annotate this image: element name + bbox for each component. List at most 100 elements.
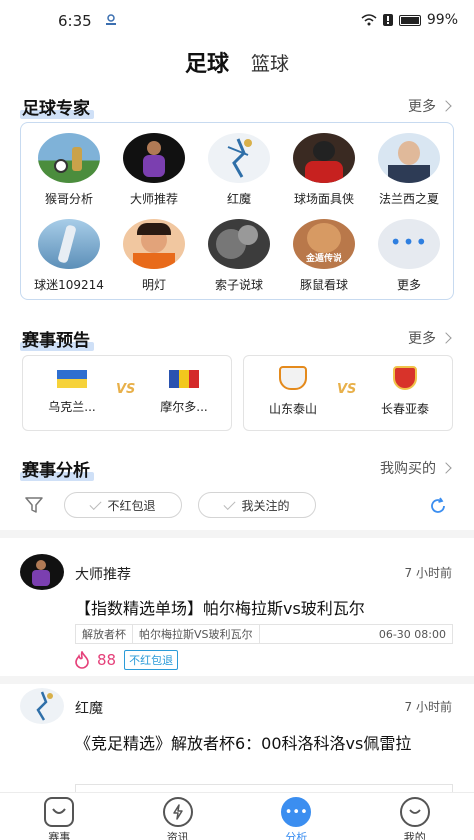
flame-icon — [75, 651, 89, 669]
experts-more-link[interactable]: 更多 — [408, 96, 452, 116]
avatar — [123, 219, 185, 269]
post-author: 红魔 — [75, 701, 103, 717]
vs-label: VS — [116, 382, 136, 397]
expert-name: 索子说球 — [214, 278, 263, 292]
smile-icon — [399, 797, 430, 827]
lightning-icon — [162, 797, 193, 827]
section-title: 赛事预告 — [20, 326, 94, 351]
changchun-crest-icon — [393, 366, 417, 390]
expert-name: 红魔 — [226, 192, 251, 206]
tab-football[interactable]: 足球 — [185, 46, 229, 78]
filter-chip-no-red-refund[interactable]: 不红包退 — [64, 492, 182, 518]
filter-icon[interactable] — [24, 496, 44, 514]
expert-name: 明灯 — [141, 278, 166, 292]
bottom-nav: 赛事 资讯 ••• 分析 我的 — [0, 792, 474, 840]
avatar — [20, 688, 64, 724]
section-title: 足球专家 — [20, 94, 94, 119]
filter-chip-followed[interactable]: 我关注的 — [198, 492, 316, 518]
match-meta-row: 解放者杯 帕尔梅拉斯VS玻利瓦尔 06-30 08:00 — [75, 624, 453, 644]
expert-item[interactable]: 索子说球 — [196, 219, 282, 293]
alert-icon — [382, 14, 393, 26]
refresh-icon[interactable] — [428, 496, 448, 516]
filter-row: 不红包退 我关注的 — [0, 492, 474, 522]
check-icon — [223, 497, 236, 510]
purchased-link[interactable]: 我购买的 — [380, 458, 452, 478]
shandong-crest-icon — [279, 366, 307, 390]
avatar — [293, 133, 355, 183]
match-meta-row-clipped — [75, 784, 453, 792]
post-author: 大师推荐 — [75, 567, 131, 583]
expert-item[interactable]: 球迷109214 — [26, 219, 112, 293]
avatar — [38, 133, 100, 183]
matches-more-link[interactable]: 更多 — [408, 328, 452, 348]
nav-matches[interactable]: 赛事 — [0, 793, 119, 840]
post-time: 7 小时前 — [404, 700, 452, 714]
expert-item[interactable]: 球场面具侠 — [281, 133, 367, 207]
expert-name: 豚鼠看球 — [299, 278, 348, 292]
avatar-overlay-text: 金遁传说 — [305, 254, 342, 264]
status-bar: 6:35 99% — [0, 0, 474, 40]
post-title: 【指数精选单场】帕尔梅拉斯vs玻利瓦尔 — [75, 599, 365, 618]
expert-name: 更多 — [396, 278, 421, 292]
avatar: 金遁传说 — [293, 219, 355, 269]
divider — [0, 530, 474, 538]
expert-item[interactable]: 明灯 — [111, 219, 197, 293]
expert-name: 球场面具侠 — [293, 192, 354, 206]
expert-item[interactable]: 大师推荐 — [111, 133, 197, 207]
sport-tabs: 足球 篮球 — [0, 44, 474, 80]
ukraine-flag-icon — [57, 370, 87, 388]
home-team: 山东泰山 — [248, 366, 338, 417]
expert-name: 法兰西之夏 — [378, 192, 439, 206]
expert-item[interactable]: 红魔 — [196, 133, 282, 207]
more-dots-icon: ••• — [378, 219, 440, 269]
avatar — [378, 133, 440, 183]
chevron-right-icon — [440, 332, 452, 344]
team-name: 山东泰山 — [268, 402, 317, 416]
nav-profile[interactable]: 我的 — [356, 793, 474, 840]
expert-item[interactable]: 法兰西之夏 — [366, 133, 452, 207]
wifi-icon — [361, 14, 377, 26]
post-time: 7 小时前 — [404, 566, 452, 580]
price-row: 88 不红包退 — [75, 650, 179, 670]
section-title: 赛事分析 — [20, 456, 94, 481]
refund-badge: 不红包退 — [124, 650, 179, 670]
post-title: 《竞足精选》解放者杯6：00科洛科洛vs佩雷拉 — [75, 734, 412, 753]
match-card[interactable]: 山东泰山 VS 长春亚泰 — [243, 355, 453, 431]
nav-analysis[interactable]: ••• 分析 — [237, 793, 356, 840]
expert-name: 大师推荐 — [129, 192, 178, 206]
experts-section-header: 足球专家 更多 — [0, 94, 474, 120]
avatar — [123, 133, 185, 183]
expert-item[interactable]: 猴哥分析 — [26, 133, 112, 207]
analysis-post[interactable]: 大师推荐 7 小时前 【指数精选单场】帕尔梅拉斯vs玻利瓦尔 解放者杯 帕尔梅拉… — [0, 538, 474, 676]
status-time: 6:35 — [58, 12, 92, 30]
nav-label: 资讯 — [166, 831, 189, 840]
status-indicators: 99% — [361, 12, 458, 28]
matches-section-header: 赛事预告 更多 — [0, 326, 474, 352]
experts-card: 猴哥分析 大师推荐 红魔 球场面具侠 法兰西之夏 球迷109214 明灯 索子说… — [20, 122, 454, 300]
tab-basketball[interactable]: 篮球 — [251, 49, 289, 76]
nav-label: 分析 — [285, 831, 308, 840]
matches-tab-icon — [44, 797, 75, 827]
team-name: 长春亚泰 — [380, 402, 429, 416]
away-team: 长春亚泰 — [360, 366, 450, 417]
vs-label: VS — [337, 382, 357, 397]
sim-icon — [106, 14, 116, 25]
team-name: 摩尔多... — [160, 400, 208, 414]
match-card[interactable]: 乌克兰... VS 摩尔多... — [22, 355, 232, 431]
expert-item[interactable]: 金遁传说 豚鼠看球 — [281, 219, 367, 293]
battery-percent: 99% — [426, 12, 458, 28]
battery-icon — [398, 14, 421, 26]
away-team: 摩尔多... — [139, 370, 229, 415]
home-team: 乌克兰... — [27, 370, 117, 415]
avatar — [208, 133, 270, 183]
expert-name: 猴哥分析 — [44, 192, 93, 206]
check-icon — [89, 497, 102, 510]
divider — [0, 676, 474, 684]
nav-news[interactable]: 资讯 — [119, 793, 238, 840]
team-name: 乌克兰... — [48, 400, 96, 414]
analysis-post[interactable]: 红魔 7 小时前 《竞足精选》解放者杯6：00科洛科洛vs佩雷拉 — [0, 684, 474, 792]
avatar — [38, 219, 100, 269]
match-datetime: 06-30 08:00 — [378, 627, 446, 641]
nav-label: 赛事 — [48, 831, 71, 840]
expert-more-item[interactable]: ••• 更多 — [366, 219, 452, 293]
